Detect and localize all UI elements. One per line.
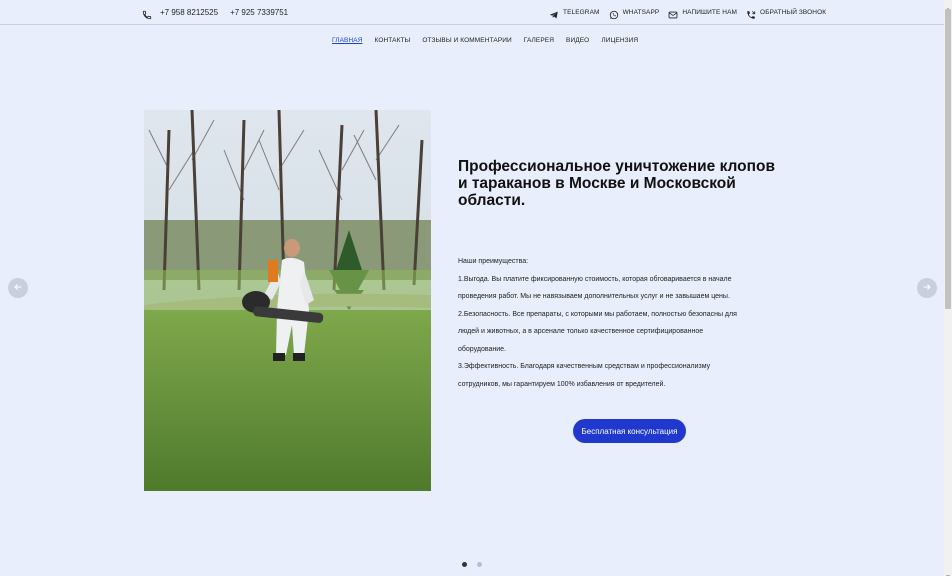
nav-item-video[interactable]: ВИДЕО bbox=[566, 37, 589, 44]
benefits-line: 1.Выгода. Вы платите фиксированную стоим… bbox=[458, 275, 732, 283]
callback-phone-icon bbox=[746, 7, 756, 19]
phone-number-1[interactable]: +7 958 8212525 bbox=[160, 8, 218, 17]
callback-label: ОБРАТНЫЙ ЗВОНОК bbox=[760, 8, 827, 16]
benefits-text: Наши преимущества: 1.Выгода. Вы платите … bbox=[458, 253, 758, 393]
nav-item-license[interactable]: ЛИЦЕНЗИЯ bbox=[601, 37, 638, 44]
phone-icon bbox=[142, 7, 152, 20]
hero-photo bbox=[144, 110, 431, 491]
callback-link[interactable]: ОБРАТНЫЙ ЗВОНОК bbox=[746, 7, 827, 19]
arrow-right-icon bbox=[922, 279, 932, 297]
phone-number-2[interactable]: +7 925 7339751 bbox=[230, 8, 288, 17]
write-us-link[interactable]: НАПИШИТЕ НАМ bbox=[668, 7, 738, 19]
telegram-link[interactable]: TELEGRAM bbox=[549, 7, 600, 19]
free-consultation-button[interactable]: Бесплатная консультация bbox=[573, 419, 686, 443]
scroll-thumb[interactable] bbox=[945, 9, 951, 309]
mail-icon bbox=[668, 7, 678, 19]
benefits-line: сотрудников, мы гарантируем 100% избавле… bbox=[458, 380, 666, 388]
phone-numbers: +7 958 8212525 +7 925 7339751 bbox=[142, 7, 288, 20]
benefits-line: Наши преимущества: bbox=[458, 258, 529, 265]
scroll-up-icon[interactable] bbox=[944, 0, 952, 11]
whatsapp-icon bbox=[609, 7, 619, 20]
slider-dot-1[interactable] bbox=[462, 562, 467, 567]
nav-item-home[interactable]: ГЛАВНАЯ bbox=[332, 37, 363, 44]
whatsapp-label: WHATSAPP bbox=[622, 8, 660, 16]
telegram-icon bbox=[549, 7, 559, 19]
slider-dot-2[interactable] bbox=[477, 562, 482, 567]
benefits-line: 2.Безопасность. Все препараты, с которым… bbox=[458, 310, 737, 318]
nav-item-reviews[interactable]: ОТЗЫВЫ И КОММЕНТАРИИ bbox=[422, 37, 511, 44]
arrow-left-icon bbox=[13, 279, 23, 297]
slider-dots bbox=[462, 562, 482, 567]
nav-item-contacts[interactable]: КОНТАКТЫ bbox=[375, 37, 411, 44]
page-scrollbar[interactable] bbox=[944, 0, 952, 576]
write-us-label: НАПИШИТЕ НАМ bbox=[682, 8, 738, 16]
nav-item-gallery[interactable]: ГАЛЕРЕЯ bbox=[524, 37, 554, 44]
benefits-line: оборудование. bbox=[458, 345, 507, 353]
slider-prev-button[interactable] bbox=[8, 278, 28, 298]
whatsapp-link[interactable]: WHATSAPP bbox=[609, 7, 660, 20]
benefits-line: проведения работ. Мы не навязываем допол… bbox=[458, 293, 730, 300]
telegram-label: TELEGRAM bbox=[563, 8, 600, 16]
top-bar: +7 958 8212525 +7 925 7339751 TELEGRAM W… bbox=[0, 0, 944, 25]
slider-next-button[interactable] bbox=[917, 278, 937, 298]
benefits-line: 3.Эффективность. Благодаря качественным … bbox=[458, 363, 711, 370]
main-nav: ГЛАВНАЯ КОНТАКТЫ ОТЗЫВЫ И КОММЕНТАРИИ ГА… bbox=[332, 37, 650, 44]
contact-links: TELEGRAM WHATSAPP НАПИШИТЕ НАМ ОБРАТНЫЙ … bbox=[549, 7, 835, 20]
page: +7 958 8212525 +7 925 7339751 TELEGRAM W… bbox=[0, 0, 944, 576]
scroll-down-icon[interactable] bbox=[944, 568, 952, 576]
hero-title: Профессиональное уничтожение клопов и та… bbox=[458, 158, 776, 209]
benefits-line: людей и животных, а в арсенале только ка… bbox=[458, 328, 704, 335]
